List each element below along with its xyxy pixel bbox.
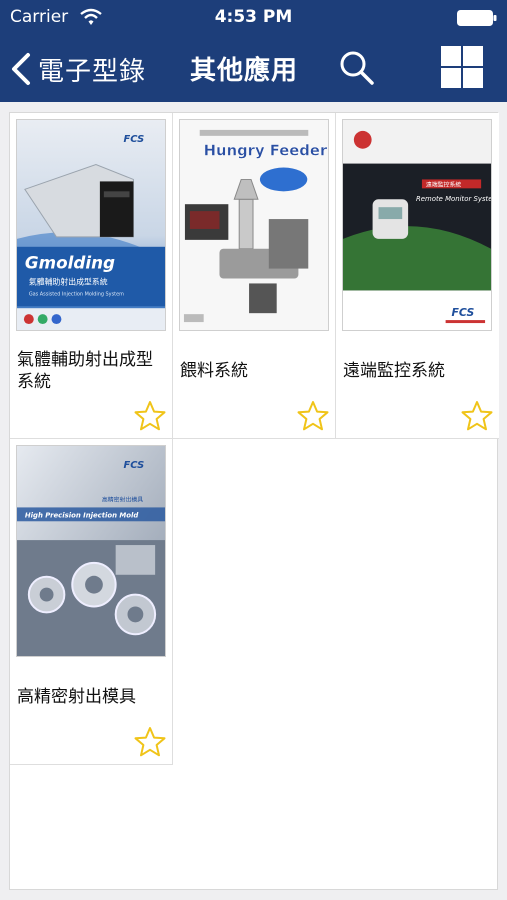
back-button-label: 電子型錄 [38,56,147,87]
grid-view-icon[interactable] [440,45,484,89]
chevron-left-icon [12,53,30,85]
back-button[interactable]: 電子型錄 [8,44,168,94]
catalog-card-precision-mold[interactable]: FCS 高精密射出模具 High Precision Injection Mol… [10,439,173,765]
cover-product-name: Remote Monitor System [416,195,491,203]
catalog-cover-image: FCS 高精密射出模具 High Precision Injection Mol… [16,445,166,657]
catalog-title: 高精密射出模具 [17,687,136,707]
cover-product-name: Gmolding [25,253,115,273]
cover-subtitle-en: Gas Assisted Injection Molding System [29,291,124,297]
cover-product-name: Hungry Feeder [204,143,328,160]
status-bar: Carrier 4:53 PM [0,0,507,36]
search-icon[interactable] [337,48,377,88]
catalog-cover-image: Gmolding 氣體輔助射出成型系統 Gas Assisted Injecti… [16,119,166,331]
cover-subtitle-zh: 遠端監控系統 [426,180,462,188]
catalog-title: 餵料系統 [180,361,248,381]
cover-brand: FCS [124,134,145,145]
battery-icon [457,10,497,26]
navigation-bar: 電子型錄 其他應用 [0,36,507,102]
catalog-grid: Gmolding 氣體輔助射出成型系統 Gas Assisted Injecti… [9,112,499,890]
page-title: 其他應用 [190,56,299,86]
catalog-cover-image: 遠端監控系統 Remote Monitor System FCS [342,119,492,331]
cover-brand: FCS [124,460,145,471]
catalog-card-feeder[interactable]: Hungry Feeder 餵料系統 [173,113,336,439]
star-icon[interactable] [461,400,493,432]
catalog-title: 氣體輔助射出成型系統 [17,350,153,392]
star-icon[interactable] [297,400,329,432]
star-icon[interactable] [134,400,166,432]
catalog-title: 遠端監控系統 [343,361,445,381]
catalog-card-gas-assisted[interactable]: Gmolding 氣體輔助射出成型系統 Gas Assisted Injecti… [10,113,173,439]
cover-subtitle-zh: 氣體輔助射出成型系統 [29,276,108,286]
cover-brand: FCS [452,306,475,319]
catalog-card-remote-monitor[interactable]: 遠端監控系統 Remote Monitor System FCS 遠端監控系統 [336,113,499,439]
cover-subtitle-zh: 高精密射出模具 [102,495,143,503]
star-icon[interactable] [134,726,166,758]
cover-product-name: High Precision Injection Mold [25,511,138,519]
status-time: 4:53 PM [214,7,293,27]
catalog-cover-image: Hungry Feeder [179,119,329,331]
content-area: Gmolding 氣體輔助射出成型系統 Gas Assisted Injecti… [0,102,507,900]
